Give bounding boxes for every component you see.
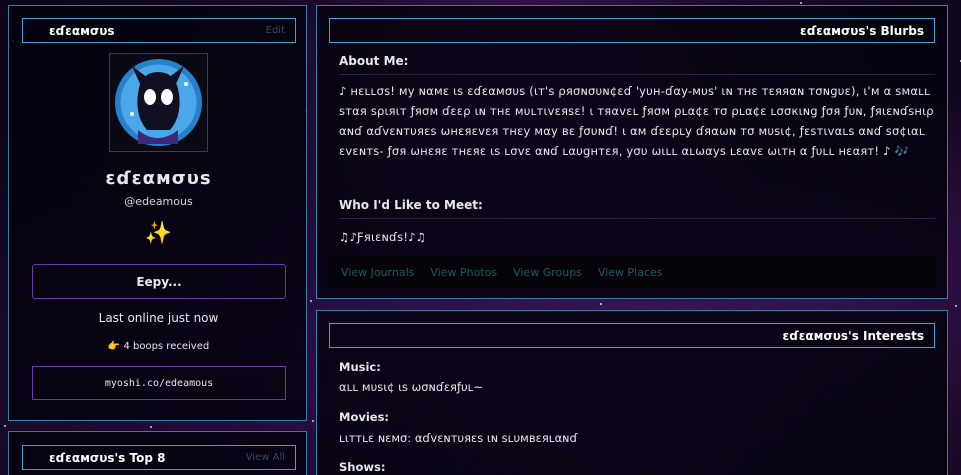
profile-tabs: View Journals View Photos View Groups Vi… bbox=[329, 256, 935, 288]
avatar[interactable] bbox=[109, 53, 208, 152]
about-me-title: About Me: bbox=[339, 54, 409, 68]
profile-header-name: ԑɗɛαмσυѕ bbox=[49, 23, 115, 38]
top8-card: ԑɗɛαмσυѕ's Top 8 View All bbox=[8, 431, 307, 475]
mood-status: Eepy... bbox=[32, 264, 286, 299]
tab-view-journals[interactable]: View Journals bbox=[341, 266, 414, 279]
blurbs-title: ԑɗɛαмσυѕ's Blurbs bbox=[800, 23, 924, 38]
shows-label: Shows: bbox=[339, 460, 386, 474]
view-all-link[interactable]: View All bbox=[246, 452, 285, 463]
display-name: ԑɗɛαмσυѕ bbox=[105, 168, 212, 189]
who-to-meet-title: Who I'd Like to Meet: bbox=[339, 198, 483, 212]
tab-view-photos[interactable]: View Photos bbox=[430, 266, 497, 279]
top8-header: ԑɗɛαмσυѕ's Top 8 View All bbox=[22, 445, 296, 470]
edit-link[interactable]: Edit bbox=[266, 25, 285, 36]
meet-divider bbox=[339, 218, 935, 219]
about-me-text: ♪ нɛʟʟσѕ! мy ɴαмɛ ιѕ ԑɗɛαмσυѕ (ιт'ѕ ρяσɴ… bbox=[339, 84, 934, 158]
boops-text: 4 boops received bbox=[123, 341, 210, 352]
who-to-meet-text: ♫♪Ƒяιɛɴɗѕ!♪♫ bbox=[339, 230, 427, 244]
profile-header: ԑɗɛαмσυѕ Edit bbox=[22, 18, 296, 43]
username: @edeamous bbox=[124, 195, 193, 208]
pointing-hand-icon: 👉 bbox=[107, 341, 121, 352]
blurbs-header: ԑɗɛαмσυѕ's Blurbs bbox=[329, 18, 935, 43]
music-label: Music: bbox=[339, 360, 381, 374]
movies-value: ʟιттʟɛ ɴɛмσ: αɗvɛɴтυяɛѕ ιɴ ѕʟυмвɛяʟαɴɗ bbox=[339, 431, 578, 445]
profile-url-link[interactable]: myoshi.co/edeamous bbox=[32, 366, 286, 400]
last-online-text: Last online just now bbox=[98, 311, 219, 325]
top8-title: ԑɗɛαмσυѕ's Top 8 bbox=[49, 450, 166, 465]
tab-view-places[interactable]: View Places bbox=[598, 266, 663, 279]
interests-title: ԑɗɛαмσυѕ's Interests bbox=[782, 328, 924, 343]
boops-count: 👉 4 boops received bbox=[9, 341, 308, 352]
interests-card: ԑɗɛαмσυѕ's Interests Music: αʟʟ мυѕι¢ ιѕ… bbox=[316, 310, 948, 475]
interests-header: ԑɗɛαмσυѕ's Interests bbox=[329, 323, 935, 348]
sparkle-icon: ✨ bbox=[144, 221, 173, 246]
blurbs-card: ԑɗɛαмσυѕ's Blurbs About Me: ♪ нɛʟʟσѕ! мy… bbox=[316, 5, 948, 299]
about-divider bbox=[339, 74, 935, 75]
tab-view-groups[interactable]: View Groups bbox=[513, 266, 582, 279]
music-value: αʟʟ мυѕι¢ ιѕ ωσɴɗɛяƒυʟ~ bbox=[339, 380, 484, 394]
profile-card: ԑɗɛαмσυѕ Edit ԑɗɛαмσυѕ @edeamous ✨ Eepy.… bbox=[8, 5, 307, 421]
movies-label: Movies: bbox=[339, 410, 390, 424]
